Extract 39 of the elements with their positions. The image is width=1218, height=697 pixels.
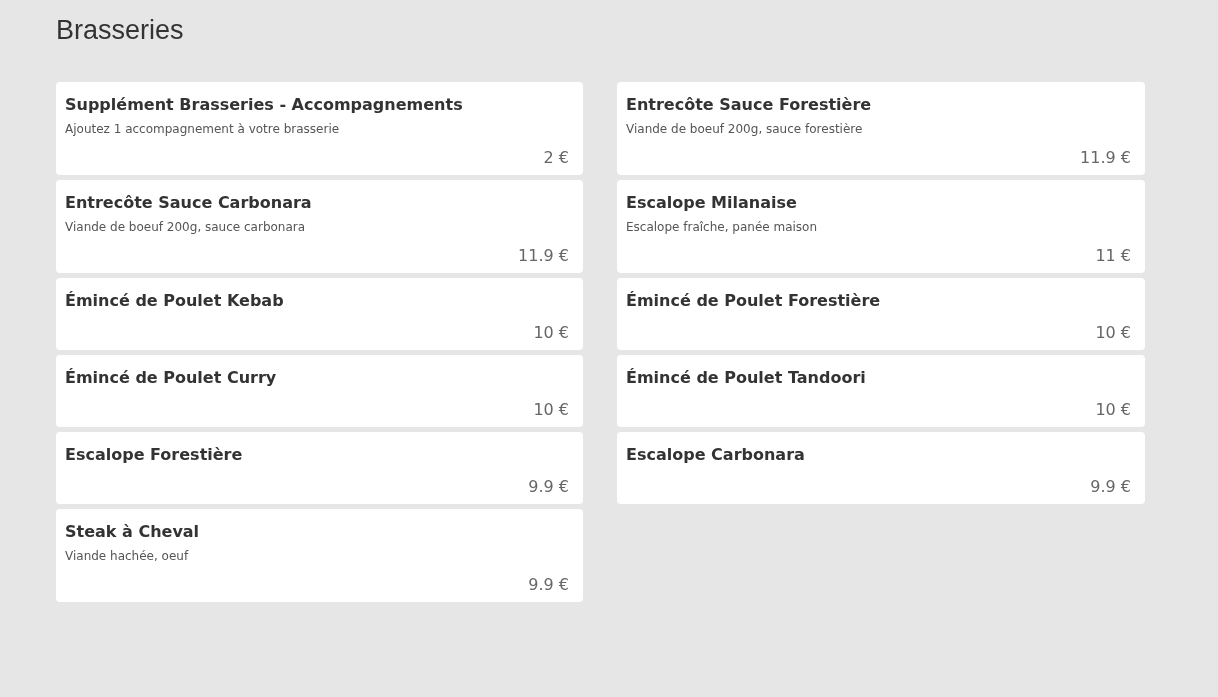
item-price: 10 € [533, 399, 569, 421]
menu-item-card[interactable]: Émincé de Poulet Kebab 10 € [56, 278, 583, 350]
item-name: Steak à Cheval [65, 521, 201, 543]
page-title: Brasseries [56, 14, 185, 47]
item-description: Viande de boeuf 200g, sauce forestière [626, 121, 864, 137]
menu-item-card[interactable]: Supplément Brasseries - Accompagnements Ajoutez 1 accompagnement à votre brasserie 2 € [56, 82, 583, 175]
item-description: Viande hachée, oeuf [65, 548, 190, 564]
item-price: 10 € [1095, 322, 1131, 344]
item-name: Émincé de Poulet Tandoori [626, 367, 867, 389]
item-description: Ajoutez 1 accompagnement à votre brasserie [65, 121, 341, 137]
item-name: Émincé de Poulet Curry [65, 367, 278, 389]
item-name: Entrecôte Sauce Carbonara [65, 192, 313, 214]
item-name: Supplément Brasseries - Accompagnements [65, 94, 464, 116]
menu-item-card[interactable]: Émincé de Poulet Tandoori 10 € [617, 355, 1145, 427]
item-price: 9.9 € [528, 574, 569, 596]
item-price: 9.9 € [528, 476, 569, 498]
item-price: 2 € [543, 147, 569, 169]
item-price: 10 € [533, 322, 569, 344]
menu-item-card[interactable]: Émincé de Poulet Forestière 10 € [617, 278, 1145, 350]
item-name: Émincé de Poulet Kebab [65, 290, 285, 312]
item-name: Escalope Milanaise [626, 192, 798, 214]
item-price: 11.9 € [518, 245, 569, 267]
item-description: Escalope fraîche, panée maison [626, 219, 819, 235]
item-name: Émincé de Poulet Forestière [626, 290, 882, 312]
menu-item-card[interactable]: Escalope Forestière 9.9 € [56, 432, 583, 504]
menu-item-card[interactable]: Entrecôte Sauce Carbonara Viande de boeuf 200g, sauce carbonara 11.9 € [56, 180, 583, 273]
menu-item-card[interactable]: Escalope Carbonara 9.9 € [617, 432, 1145, 504]
item-description: Viande de boeuf 200g, sauce carbonara [65, 219, 307, 235]
item-price: 9.9 € [1090, 476, 1131, 498]
item-name: Escalope Forestière [65, 444, 244, 466]
item-name: Entrecôte Sauce Forestière [626, 94, 873, 116]
menu-item-card[interactable]: Entrecôte Sauce Forestière Viande de boeuf 200g, sauce forestière 11.9 € [617, 82, 1145, 175]
item-price: 11 € [1095, 245, 1131, 267]
menu-item-card[interactable]: Steak à Cheval Viande hachée, oeuf 9.9 € [56, 509, 583, 602]
item-name: Escalope Carbonara [626, 444, 806, 466]
item-price: 10 € [1095, 399, 1131, 421]
item-price: 11.9 € [1080, 147, 1131, 169]
menu-item-card[interactable]: Escalope Milanaise Escalope fraîche, panée maison 11 € [617, 180, 1145, 273]
menu-item-card[interactable]: Émincé de Poulet Curry 10 € [56, 355, 583, 427]
